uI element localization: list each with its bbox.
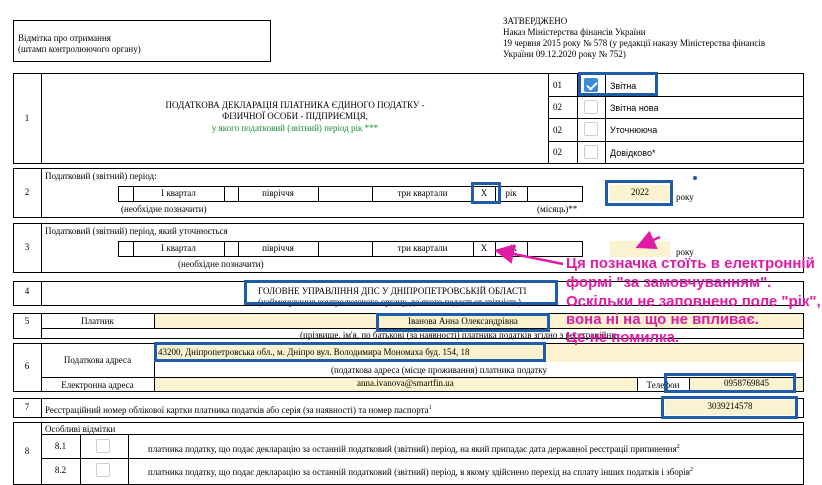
address-label: Податкова адреса [63,355,132,365]
item-8-2-text: платника податку, що подає декларацію за… [148,467,693,477]
annotation-line-5: Це не помилка. [566,329,680,346]
row1-number: 1 [24,113,30,123]
type-checkbox-dovidkovo[interactable] [584,145,598,159]
receipt-stamp-caption: (штамп контролюючого органу) [18,44,141,54]
row3-half: півріччя [262,243,294,253]
highlight-row2-x [471,182,501,204]
row7-label: Реєстраційний номер облікової картки пла… [45,405,432,415]
email-value: anna.ivanova@smartfin.ua [357,378,454,388]
row7-number: 7 [24,402,30,412]
row8-label: Особливі відмітки [45,424,116,434]
highlight-taxpayer-name [376,313,550,332]
type-code-1: 01 [553,80,562,90]
item-8-1-code: 8.1 [54,441,67,451]
row2-required: (необхідне позначити) [121,204,207,214]
item-8-2-code: 8.2 [54,465,67,475]
highlight-zvitna [578,72,658,96]
row8-number: 8 [24,446,30,456]
highlight-address [154,342,546,362]
row3-required: (необхідне позначити) [178,259,264,269]
declaration-title-3: у якого податковий (звітний) період рік … [211,123,379,133]
type-label-utochnyuyucha: Уточнююча [610,125,658,135]
order-line-3: України 09.12.2020 року № 752) [503,49,626,59]
item-8-2-checkbox[interactable] [96,463,110,477]
type-code-3: 02 [553,125,562,135]
order-line-1: Наказ Міністерства фінансів України [503,27,646,37]
type-label-zvitna-nova: Звітна нова [610,103,659,113]
row3-label: Податковий (звітний) період, який уточню… [45,226,228,236]
row3-x-mark[interactable]: X [473,243,495,254]
row2-q3: три квартали [397,188,448,198]
highlight-authority [244,280,558,305]
marker-dot [693,176,697,180]
row7-sup: 1 [428,405,432,411]
type-code-4: 02 [553,147,562,157]
item-8-1-checkbox[interactable] [96,439,110,453]
row2-label: Податковий (звітний) період: [45,171,157,181]
declaration-title-1: ПОДАТКОВА ДЕКЛАРАЦІЯ ПЛАТНИКА ЄДИНОГО ПО… [165,100,425,110]
order-line-2: 19 червня 2015 року № 578 (у редакції на… [503,38,766,48]
row3-q1: I квартал [161,243,196,253]
row4-number: 4 [24,286,30,296]
type-code-2: 02 [553,102,562,112]
type-label-dovidkovo: Довідково* [610,148,656,158]
row3-number: 3 [24,242,30,252]
approved-label: ЗАТВЕРДЖЕНО [503,16,568,26]
highlight-phone [664,373,796,393]
row2-q1: I квартал [161,188,196,198]
type-checkbox-zvitna-nova[interactable] [584,100,598,114]
declaration-title-2: ФІЗИЧНОЇ ОСОБИ - ПІДПРИЄМЦЯ, [222,111,368,121]
annotation-line-3: Оскільки не заповнено поле "рік", [566,293,821,310]
address-caption: (податкова адреса (місце проживання) пла… [331,365,547,375]
type-checkbox-utochnyuyucha[interactable] [584,122,598,136]
item-8-1-text: платника податку, що подає декларацію за… [148,444,680,454]
row6-number: 6 [24,361,30,371]
highlight-tax-id [661,396,798,419]
annotation-line-4: вона ні на що не впливає. [566,311,759,328]
row3-q3: три квартали [397,243,448,253]
email-label: Електронна адреса [61,380,134,390]
annotation-line-2: формі "за замовчуванням". [566,274,772,291]
row3-year-word: рік [505,243,517,253]
row2-year-suffix: року [676,192,694,202]
annotation-line-1: Ця позначка стоїть в електронній [566,255,815,272]
row5-number: 5 [24,316,30,326]
row2-number: 2 [24,187,30,197]
row2-month: (місяць)** [537,204,578,214]
receipt-mark-label: Відмітка про отримання [18,33,111,43]
highlight-row2-year [605,180,673,206]
row5-label: Платник [81,316,114,326]
row2-half: півріччя [262,188,294,198]
